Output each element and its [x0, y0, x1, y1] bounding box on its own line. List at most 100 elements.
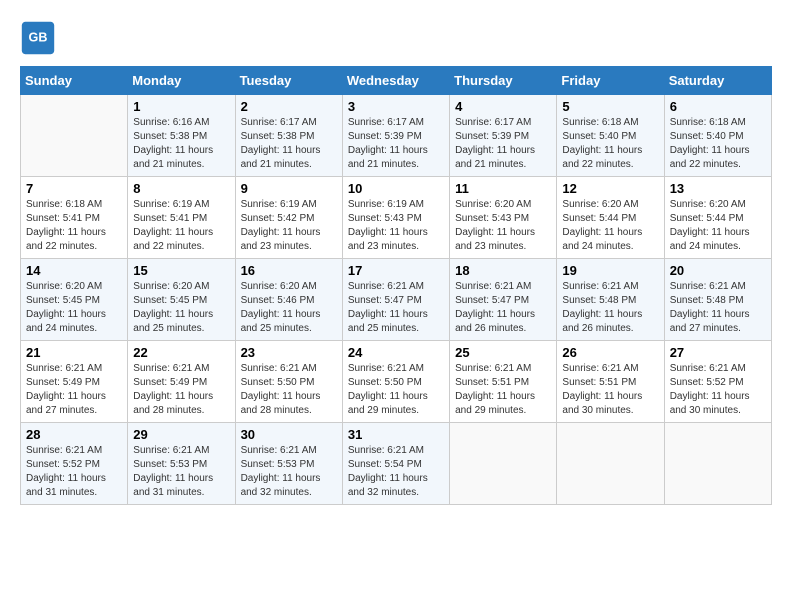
calendar-cell: 16 Sunrise: 6:20 AMSunset: 5:46 PMDayligh…: [235, 259, 342, 341]
day-number: 28: [26, 427, 122, 442]
day-number: 10: [348, 181, 444, 196]
calendar-cell: 23 Sunrise: 6:21 AMSunset: 5:50 PMDayligh…: [235, 341, 342, 423]
calendar-week-row: 21 Sunrise: 6:21 AMSunset: 5:49 PMDayligh…: [21, 341, 772, 423]
header-friday: Friday: [557, 67, 664, 95]
day-info: Sunrise: 6:20 AMSunset: 5:45 PMDaylight:…: [133, 280, 229, 336]
calendar-cell: 8 Sunrise: 6:19 AMSunset: 5:41 PMDaylight…: [128, 177, 235, 259]
day-info: Sunrise: 6:21 AMSunset: 5:53 PMDaylight:…: [241, 444, 337, 500]
calendar-cell: 30 Sunrise: 6:21 AMSunset: 5:53 PMDayligh…: [235, 423, 342, 505]
calendar-table: SundayMondayTuesdayWednesdayThursdayFrid…: [20, 66, 772, 505]
calendar-cell: 21 Sunrise: 6:21 AMSunset: 5:49 PMDayligh…: [21, 341, 128, 423]
day-info: Sunrise: 6:18 AMSunset: 5:40 PMDaylight:…: [562, 116, 658, 172]
day-number: 30: [241, 427, 337, 442]
day-number: 4: [455, 99, 551, 114]
day-number: 21: [26, 345, 122, 360]
day-number: 16: [241, 263, 337, 278]
calendar-cell: 2Sunrise: 6:17 AMSunset: 5:38 PMDaylight…: [235, 95, 342, 177]
day-number: 6: [670, 99, 766, 114]
calendar-week-row: 1 Sunrise: 6:16 AMSunset: 5:38 PMDaylight…: [21, 95, 772, 177]
day-number: 22: [133, 345, 229, 360]
day-info: Sunrise: 6:20 AMSunset: 5:43 PMDaylight:…: [455, 198, 551, 254]
calendar-cell: 17Sunrise: 6:21 AMSunset: 5:47 PMDayligh…: [342, 259, 449, 341]
calendar-cell: 28 Sunrise: 6:21 AMSunset: 5:52 PMDayligh…: [21, 423, 128, 505]
calendar-week-row: 14 Sunrise: 6:20 AMSunset: 5:45 PMDayligh…: [21, 259, 772, 341]
day-info: Sunrise: 6:18 AMSunset: 5:40 PMDaylight:…: [670, 116, 766, 172]
page-header: GB: [20, 20, 772, 56]
day-number: 19: [562, 263, 658, 278]
day-number: 8: [133, 181, 229, 196]
day-info: Sunrise: 6:21 AMSunset: 5:49 PMDaylight:…: [133, 362, 229, 418]
calendar-cell: 12 Sunrise: 6:20 AMSunset: 5:44 PMDayligh…: [557, 177, 664, 259]
header-thursday: Thursday: [450, 67, 557, 95]
calendar-cell: 27 Sunrise: 6:21 AMSunset: 5:52 PMDayligh…: [664, 341, 771, 423]
day-info: Sunrise: 6:21 AMSunset: 5:47 PMDaylight:…: [348, 280, 444, 336]
calendar-cell: 9Sunrise: 6:19 AMSunset: 5:42 PMDaylight…: [235, 177, 342, 259]
day-number: 3: [348, 99, 444, 114]
calendar-cell: 18 Sunrise: 6:21 AMSunset: 5:47 PMDayligh…: [450, 259, 557, 341]
day-number: 7: [26, 181, 122, 196]
calendar-cell: 7 Sunrise: 6:18 AMSunset: 5:41 PMDaylight…: [21, 177, 128, 259]
header-saturday: Saturday: [664, 67, 771, 95]
day-info: Sunrise: 6:21 AMSunset: 5:48 PMDaylight:…: [670, 280, 766, 336]
day-info: Sunrise: 6:21 AMSunset: 5:48 PMDaylight:…: [562, 280, 658, 336]
day-number: 14: [26, 263, 122, 278]
day-info: Sunrise: 6:21 AMSunset: 5:51 PMDaylight:…: [562, 362, 658, 418]
calendar-cell: 10 Sunrise: 6:19 AMSunset: 5:43 PMDayligh…: [342, 177, 449, 259]
day-number: 24: [348, 345, 444, 360]
day-number: 31: [348, 427, 444, 442]
calendar-cell: [664, 423, 771, 505]
calendar-cell: 11 Sunrise: 6:20 AMSunset: 5:43 PMDayligh…: [450, 177, 557, 259]
calendar-cell: 26 Sunrise: 6:21 AMSunset: 5:51 PMDayligh…: [557, 341, 664, 423]
calendar-header-row: SundayMondayTuesdayWednesdayThursdayFrid…: [21, 67, 772, 95]
day-info: Sunrise: 6:21 AMSunset: 5:50 PMDaylight:…: [241, 362, 337, 418]
day-info: Sunrise: 6:20 AMSunset: 5:44 PMDaylight:…: [562, 198, 658, 254]
day-info: Sunrise: 6:19 AMSunset: 5:41 PMDaylight:…: [133, 198, 229, 254]
calendar-cell: 25 Sunrise: 6:21 AMSunset: 5:51 PMDayligh…: [450, 341, 557, 423]
day-number: 26: [562, 345, 658, 360]
day-info: Sunrise: 6:21 AMSunset: 5:52 PMDaylight:…: [26, 444, 122, 500]
day-info: Sunrise: 6:21 AMSunset: 5:52 PMDaylight:…: [670, 362, 766, 418]
day-info: Sunrise: 6:19 AMSunset: 5:43 PMDaylight:…: [348, 198, 444, 254]
day-number: 18: [455, 263, 551, 278]
day-number: 29: [133, 427, 229, 442]
header-sunday: Sunday: [21, 67, 128, 95]
day-number: 27: [670, 345, 766, 360]
day-info: Sunrise: 6:17 AMSunset: 5:38 PMDaylight:…: [241, 116, 337, 172]
day-info: Sunrise: 6:21 AMSunset: 5:49 PMDaylight:…: [26, 362, 122, 418]
day-number: 25: [455, 345, 551, 360]
calendar-cell: 6 Sunrise: 6:18 AMSunset: 5:40 PMDaylight…: [664, 95, 771, 177]
calendar-cell: 20Sunrise: 6:21 AMSunset: 5:48 PMDayligh…: [664, 259, 771, 341]
day-number: 1: [133, 99, 229, 114]
day-number: 5: [562, 99, 658, 114]
logo-icon: GB: [20, 20, 56, 56]
day-number: 23: [241, 345, 337, 360]
header-tuesday: Tuesday: [235, 67, 342, 95]
day-info: Sunrise: 6:21 AMSunset: 5:50 PMDaylight:…: [348, 362, 444, 418]
day-info: Sunrise: 6:21 AMSunset: 5:54 PMDaylight:…: [348, 444, 444, 500]
day-info: Sunrise: 6:20 AMSunset: 5:46 PMDaylight:…: [241, 280, 337, 336]
calendar-cell: [557, 423, 664, 505]
calendar-cell: 31 Sunrise: 6:21 AMSunset: 5:54 PMDayligh…: [342, 423, 449, 505]
calendar-cell: 13Sunrise: 6:20 AMSunset: 5:44 PMDayligh…: [664, 177, 771, 259]
calendar-cell: 4Sunrise: 6:17 AMSunset: 5:39 PMDaylight…: [450, 95, 557, 177]
header-monday: Monday: [128, 67, 235, 95]
day-info: Sunrise: 6:16 AMSunset: 5:38 PMDaylight:…: [133, 116, 229, 172]
calendar-week-row: 28 Sunrise: 6:21 AMSunset: 5:52 PMDayligh…: [21, 423, 772, 505]
calendar-cell: 5 Sunrise: 6:18 AMSunset: 5:40 PMDaylight…: [557, 95, 664, 177]
day-number: 11: [455, 181, 551, 196]
calendar-cell: 24 Sunrise: 6:21 AMSunset: 5:50 PMDayligh…: [342, 341, 449, 423]
day-info: Sunrise: 6:20 AMSunset: 5:44 PMDaylight:…: [670, 198, 766, 254]
day-info: Sunrise: 6:21 AMSunset: 5:51 PMDaylight:…: [455, 362, 551, 418]
calendar-cell: [21, 95, 128, 177]
day-info: Sunrise: 6:18 AMSunset: 5:41 PMDaylight:…: [26, 198, 122, 254]
day-info: Sunrise: 6:17 AMSunset: 5:39 PMDaylight:…: [348, 116, 444, 172]
calendar-cell: [450, 423, 557, 505]
calendar-cell: 29Sunrise: 6:21 AMSunset: 5:53 PMDayligh…: [128, 423, 235, 505]
header-wednesday: Wednesday: [342, 67, 449, 95]
calendar-cell: 22 Sunrise: 6:21 AMSunset: 5:49 PMDayligh…: [128, 341, 235, 423]
calendar-week-row: 7 Sunrise: 6:18 AMSunset: 5:41 PMDaylight…: [21, 177, 772, 259]
day-number: 9: [241, 181, 337, 196]
day-number: 12: [562, 181, 658, 196]
day-info: Sunrise: 6:21 AMSunset: 5:47 PMDaylight:…: [455, 280, 551, 336]
day-number: 15: [133, 263, 229, 278]
